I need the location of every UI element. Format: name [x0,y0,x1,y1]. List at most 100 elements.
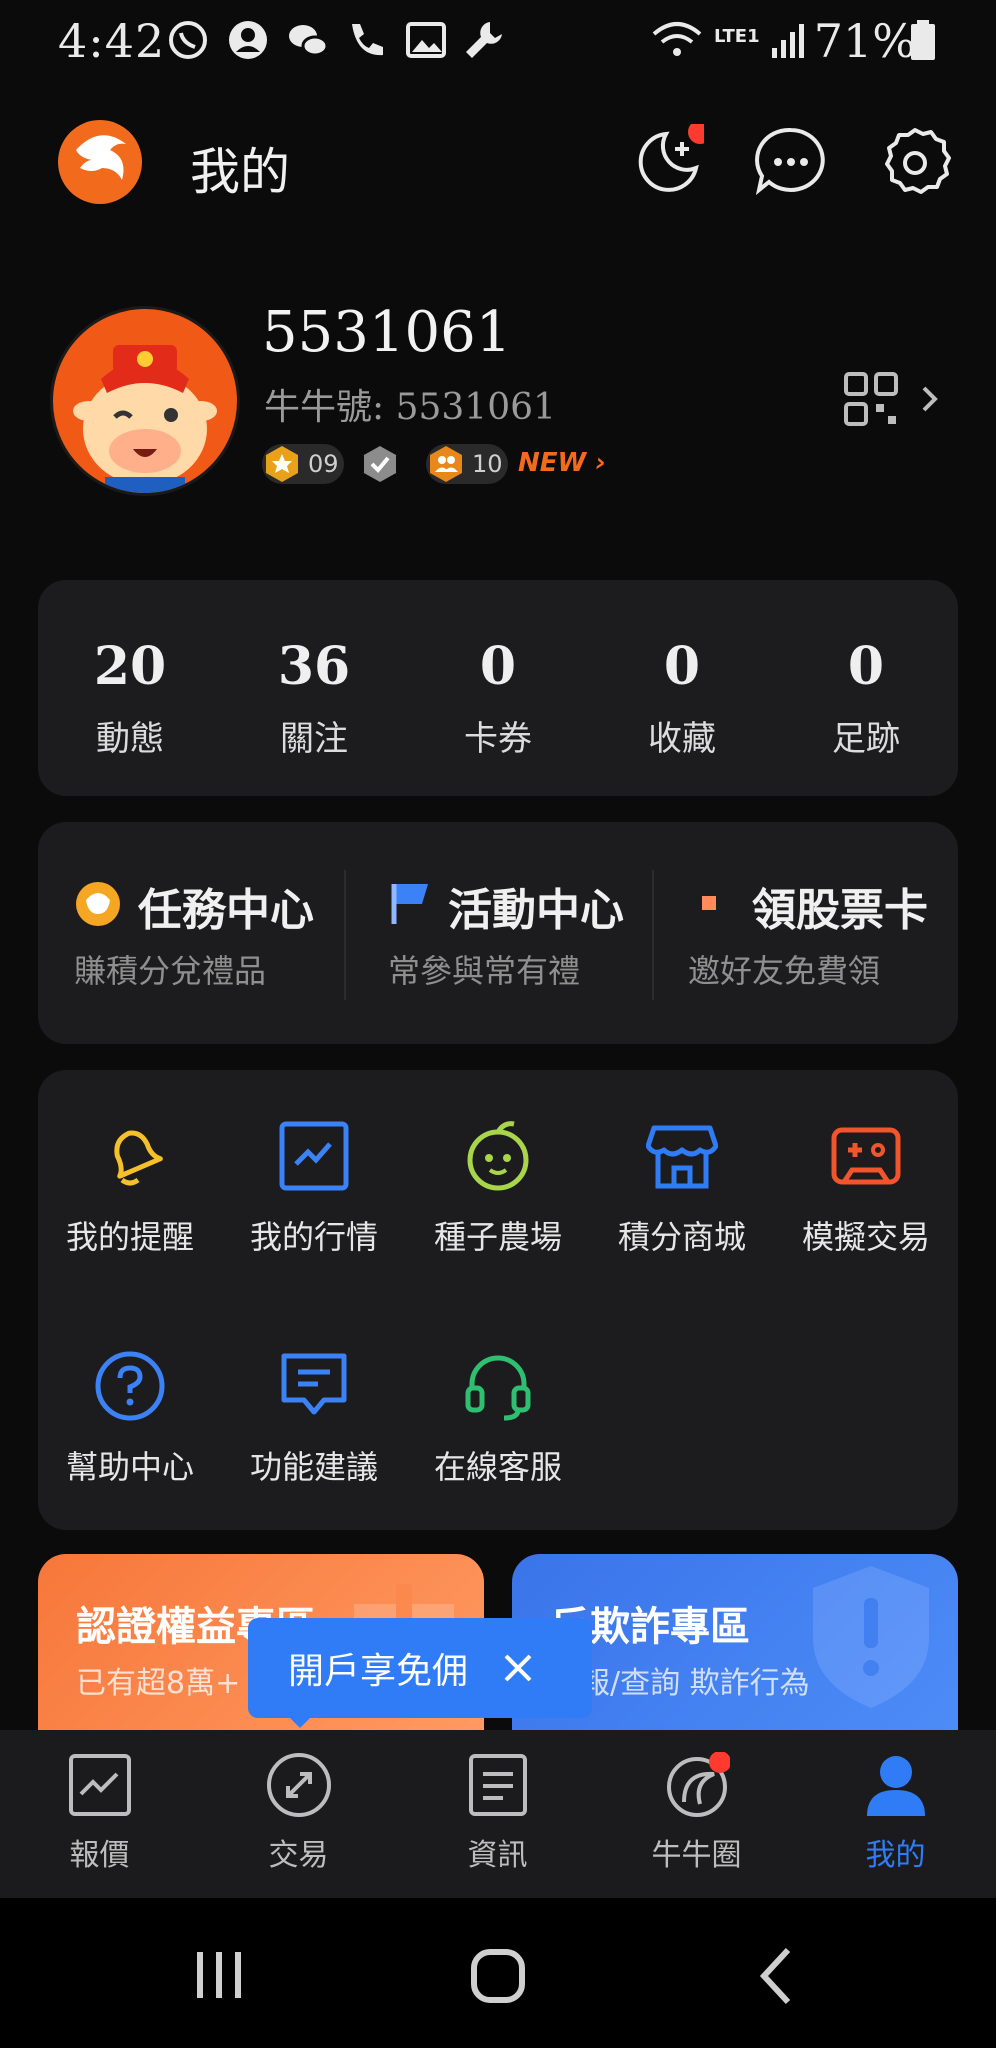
activity-center[interactable]: 活動中心 常參與常有禮 [346,822,652,1044]
nav-me[interactable]: 我的 [796,1730,995,1874]
verified-shield-icon[interactable] [360,444,400,484]
tool-label: 在線客服 [433,1448,562,1486]
page-title: 我的 [190,143,290,201]
night-mode-button[interactable] [626,124,704,202]
bottom-nav: 報價 交易 資訊 牛牛圈 我的 [0,1730,996,1898]
system-nav-bar [0,1898,996,2048]
notification-dot [708,1752,730,1773]
tool-label: 幫助中心 [65,1448,194,1486]
open-account-tooltip[interactable]: 開戶享免佣 [248,1618,592,1728]
close-icon[interactable] [502,1652,534,1684]
stock-card[interactable]: 領股票卡 邀好友免費領 [654,822,958,1044]
quotes-icon [68,1754,131,1816]
stat-value: 0 [663,636,701,697]
service-title: 活動中心 [448,885,624,936]
tool-label: 模擬交易 [801,1218,930,1256]
nav-label: 報價 [69,1838,130,1873]
gamepad-icon [831,1127,901,1185]
tool-my-quotes[interactable]: 我的行情 [222,1120,406,1258]
task-center[interactable]: 任務中心 賺積分兌禮品 [38,822,344,1044]
wechat-icon [289,25,329,57]
tools-card: 我的提醒 我的行情 種子農場 積分商城 模擬交易 幫助中心 功能建議 在線客服 [38,1070,958,1530]
wrench-icon [466,22,502,58]
stat-label: 收藏 [648,719,716,759]
tool-sim-trading[interactable]: 模擬交易 [774,1120,958,1258]
avatar[interactable] [50,306,240,496]
ox-mascot-avatar [73,345,217,493]
star-shield-icon [266,446,298,482]
stock-card-icon [702,896,716,910]
settings-button[interactable] [876,124,954,202]
notification-dot [688,124,704,144]
stat-coupons[interactable]: 0 卡券 [406,580,590,760]
tooltip-arrow [288,1716,312,1728]
stat-history[interactable]: 0 足跡 [774,580,958,760]
battery-icon [911,20,935,60]
nav-news[interactable]: 資訊 [398,1730,597,1874]
nav-trade[interactable]: 交易 [199,1730,398,1874]
back-button[interactable] [756,1946,796,2006]
home-button[interactable] [468,1946,528,2006]
tool-label: 積分商城 [617,1218,746,1256]
service-title: 領股票卡 [752,885,928,936]
help-icon [95,1351,165,1421]
chevron-right-icon: › [595,448,606,478]
new-label: NEW [518,448,587,478]
stat-label: 動態 [96,719,164,759]
nav-label: 牛牛圈 [651,1838,742,1873]
tool-label: 我的行情 [249,1218,378,1256]
headset-icon [465,1355,531,1421]
username: 5531061 [262,300,512,365]
level-value: 09 [308,450,339,478]
stat-following[interactable]: 36 關注 [222,580,406,760]
stat-value: 0 [847,636,885,697]
bell-icon [114,1130,163,1186]
network-label: LTE1 [714,26,760,47]
stat-value: 36 [277,636,351,697]
tool-seed-farm[interactable]: 種子農場 [406,1120,590,1258]
banner-subtitle: 已有超8萬+ [76,1666,241,1701]
tool-help-center[interactable]: 幫助中心 [38,1350,222,1488]
nav-label: 交易 [268,1838,329,1873]
tool-online-support[interactable]: 在線客服 [406,1350,590,1488]
fans-value: 10 [472,450,503,478]
signal-icon [772,24,804,58]
flag-icon [391,884,428,924]
service-subtitle: 常參與常有禮 [388,952,581,990]
sprout-face-icon [467,1121,529,1191]
community-icon [666,1752,730,1817]
nav-quotes[interactable]: 報價 [0,1730,199,1874]
tool-label: 我的提醒 [65,1218,194,1256]
qr-code-button[interactable] [844,372,898,426]
stat-favorites[interactable]: 0 收藏 [590,580,774,760]
stat-value: 20 [93,636,167,697]
service-subtitle: 邀好友免費領 [688,952,881,990]
nav-community[interactable]: 牛牛圈 [597,1730,796,1874]
status-time: 4:42 [58,14,166,68]
service-title: 任務中心 [138,885,314,936]
stat-posts[interactable]: 20 動態 [38,580,222,760]
fans-badge[interactable]: 10 [426,444,508,484]
status-bar: 4:42 LTE1 71% [0,0,996,80]
level-badge[interactable]: 09 [262,444,344,484]
wifi-icon [652,22,702,56]
stat-label: 關注 [280,719,348,759]
image-icon [406,22,446,58]
chevron-right-icon[interactable] [920,384,940,414]
people-shield-icon [430,446,462,482]
store-icon [646,1125,718,1189]
nav-label: 我的 [865,1838,926,1873]
services-card: 任務中心 賺積分兌禮品 活動中心 常參與常有禮 領股票卡 邀好友免費領 [38,822,958,1044]
trade-icon [266,1753,331,1817]
tool-points-mall[interactable]: 積分商城 [590,1120,774,1258]
new-link[interactable]: NEW › [518,448,606,478]
battery-percent: 71% [813,14,916,68]
tool-my-alerts[interactable]: 我的提醒 [38,1120,222,1258]
recent-apps-button[interactable] [192,1948,246,2002]
stats-card: 20 動態 36 關注 0 卡券 0 收藏 0 足跡 [38,580,958,796]
messages-button[interactable] [752,124,830,202]
tool-feedback[interactable]: 功能建議 [222,1350,406,1488]
whatsapp-icon [169,21,207,59]
feedback-icon [281,1353,347,1415]
nav-label: 資訊 [467,1838,528,1873]
